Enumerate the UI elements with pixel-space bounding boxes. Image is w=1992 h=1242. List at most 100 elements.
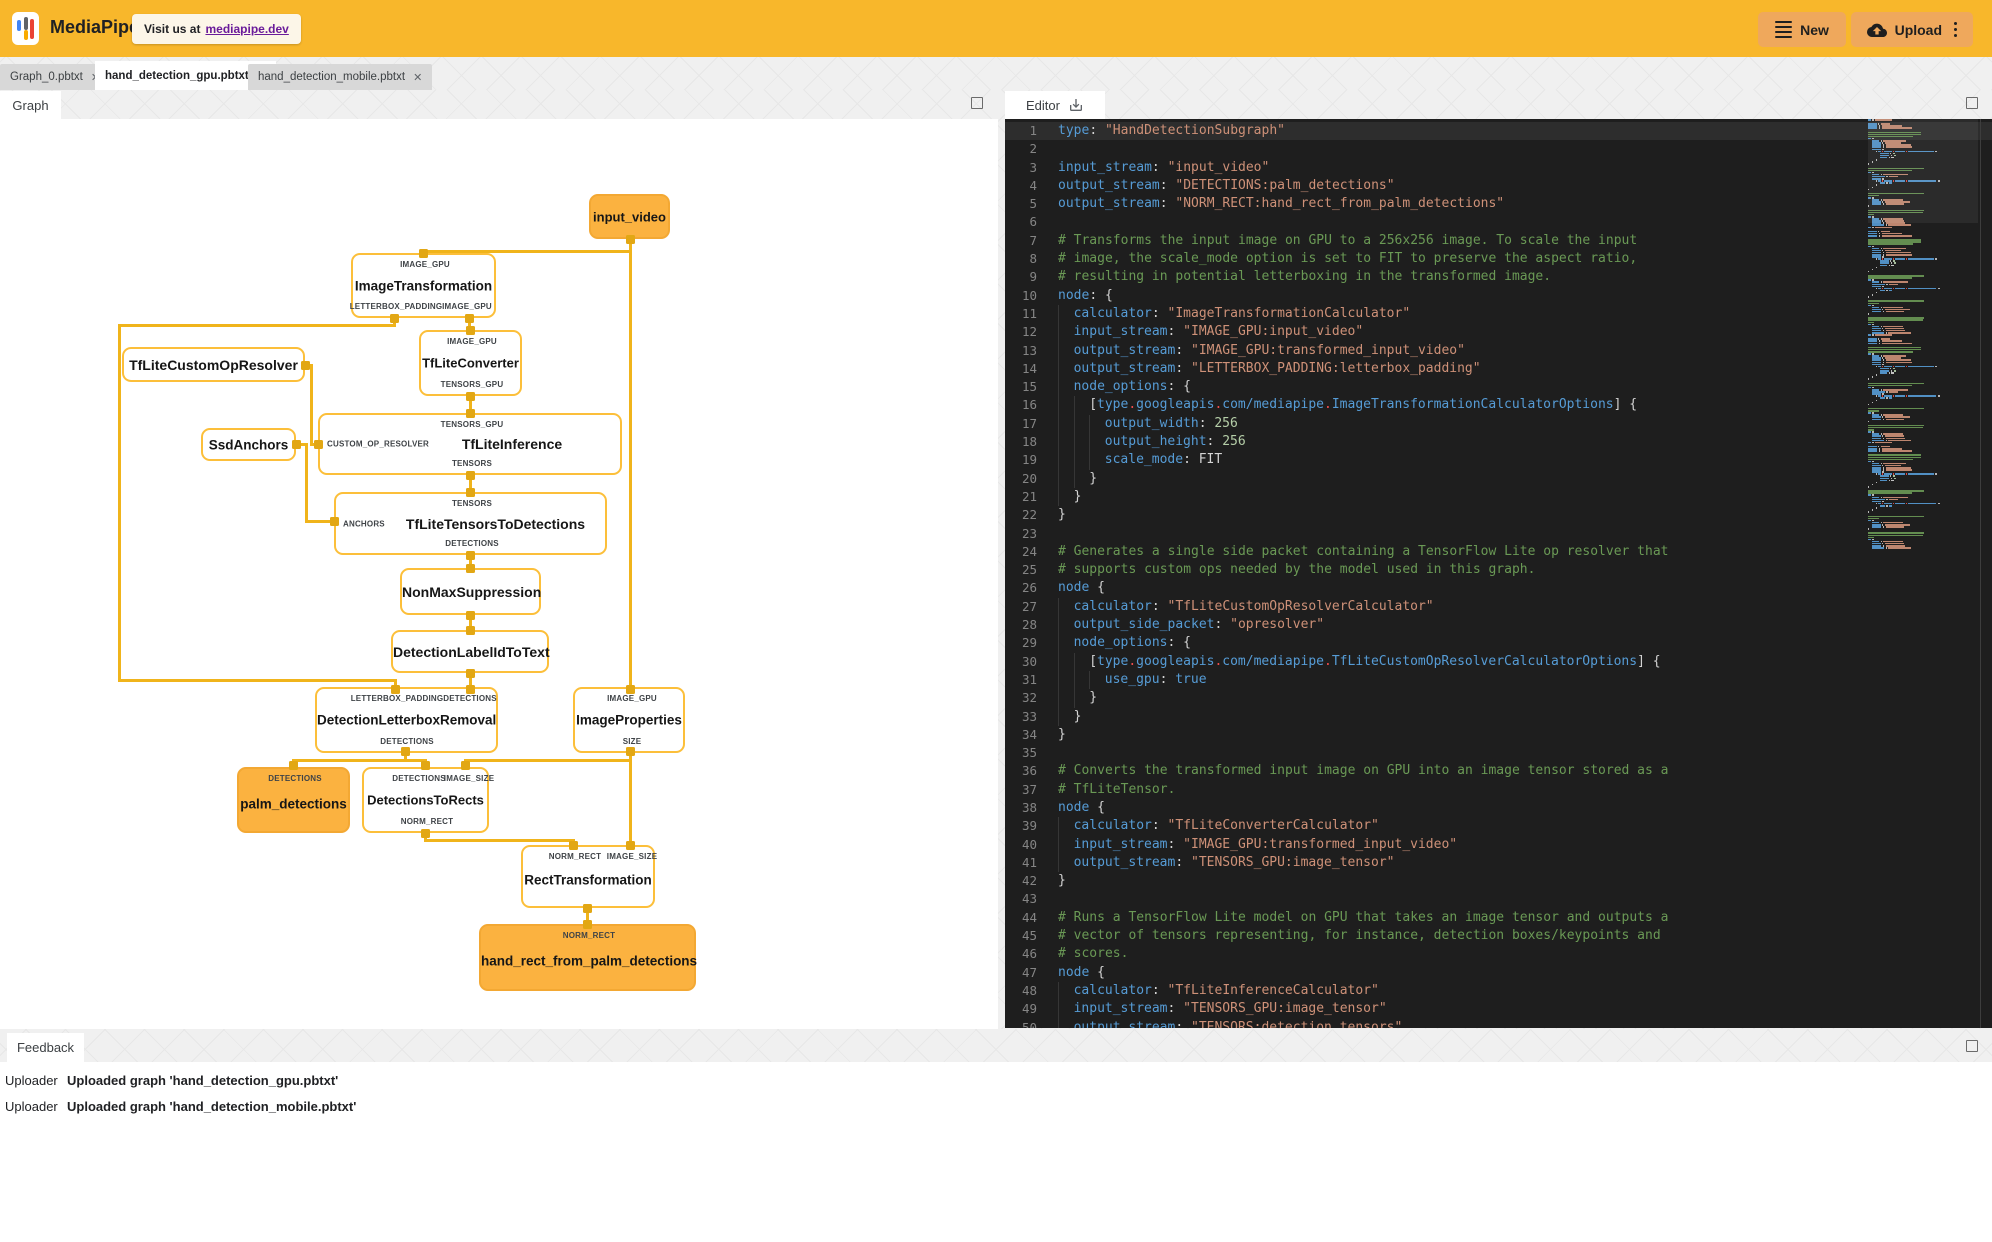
tab-graph[interactable]: Graph xyxy=(0,91,61,119)
graph-node-RectTransformation[interactable]: NORM_RECT IMAGE_SIZE RectTransformation xyxy=(521,845,658,908)
graph-panel-expand-icon[interactable] xyxy=(971,97,983,109)
code-line: 8 # image, the scale_mode option is set t… xyxy=(1005,250,1992,268)
code-line: 35 xyxy=(1005,744,1992,762)
code-token: type xyxy=(1097,397,1129,413)
graph-node-TfLiteCustomOpResolver[interactable]: TfLiteCustomOpResolver xyxy=(122,347,305,382)
code-line: 1 type: "HandDetectionSubgraph" xyxy=(1005,122,1992,141)
file-tab-Graph_0.pbtxt[interactable]: Graph_0.pbtxt✕ xyxy=(0,64,111,90)
code-token: # Transforms the input image on GPU to a… xyxy=(1058,232,1638,248)
graph-node-DetectionsToRects[interactable]: DETECTIONS IMAGE_SIZE NORM_RECT DetectionsT… xyxy=(362,767,494,833)
editor-minimap[interactable] xyxy=(1868,119,1978,1028)
code-token: { xyxy=(1089,964,1105,980)
graph-port xyxy=(464,313,474,323)
line-number: 44 xyxy=(1021,909,1037,925)
graph-port xyxy=(465,408,475,418)
graph-port xyxy=(625,684,635,694)
code-token: : xyxy=(1167,836,1184,852)
port-label: DETECTIONS xyxy=(380,737,434,746)
code-token: : xyxy=(1167,324,1184,340)
code-token: googleapis xyxy=(1136,653,1215,669)
code-line: 37 # TfLiteTensor. xyxy=(1005,781,1992,799)
new-button[interactable]: New xyxy=(1758,12,1846,47)
code-token: . xyxy=(1324,397,1332,413)
graph-port xyxy=(420,760,430,770)
line-number: 35 xyxy=(1021,745,1037,761)
port-label: LETTERBOX_PADDING xyxy=(350,694,444,703)
line-number: 8 xyxy=(1029,251,1037,267)
cloud-upload-icon xyxy=(1866,23,1887,37)
mediapipe-logo-icon xyxy=(12,12,39,45)
graph-port xyxy=(288,760,298,770)
code-line: 3 input_stream: "input_video" xyxy=(1005,159,1992,177)
code-line: 26 node { xyxy=(1005,579,1992,597)
graph-node-TfLiteInference[interactable]: TENSORS_GPU TENSORS CUSTOM_OP_RESOLVER TfLi… xyxy=(318,413,622,475)
line-number: 50 xyxy=(1021,1019,1037,1028)
line-number: 20 xyxy=(1021,470,1037,486)
code-token: "DETECTIONS:palm_detections" xyxy=(1175,177,1395,193)
code-token: : xyxy=(1175,360,1191,376)
line-number: 7 xyxy=(1029,232,1037,248)
graph-port xyxy=(625,234,635,244)
code-token: "TfLiteCustomOpResolverCalculator" xyxy=(1167,598,1434,614)
graph-node-palm_detections[interactable]: DETECTIONS palm_detections xyxy=(237,767,350,833)
feedback-panel-expand-icon[interactable] xyxy=(1966,1040,1978,1052)
close-tab-icon[interactable]: ✕ xyxy=(413,71,422,84)
visit-chip: Visit us at mediapipe.dev xyxy=(132,14,301,44)
tab-editor[interactable]: Editor xyxy=(1005,91,1105,119)
graph-node-NonMaxSuppression[interactable]: NonMaxSuppression xyxy=(400,568,541,615)
graph-port xyxy=(465,563,475,573)
code-token: googleapis xyxy=(1136,397,1215,413)
line-number: 9 xyxy=(1029,269,1037,285)
graph-node-TfLiteTensorsToDetections[interactable]: TENSORS DETECTIONS ANCHORS TfLiteTensorsToD… xyxy=(334,492,607,555)
line-number: 43 xyxy=(1021,891,1037,907)
code-token: # Converts the transformed input image o… xyxy=(1058,763,1669,779)
editor-scrollbar[interactable] xyxy=(1980,119,1981,1028)
code-line: 29 node_options: { xyxy=(1005,634,1992,653)
code-token: : xyxy=(1151,982,1168,998)
port-label: LETTERBOX_PADDING xyxy=(349,302,443,311)
code-token: "TENSORS:detection_tensors" xyxy=(1191,1019,1403,1028)
graph-node-ImageTransformation[interactable]: IMAGE_GPU LETTERBOX_PADDING IMAGE_GPU Image… xyxy=(349,253,496,318)
mediapipe-dev-link[interactable]: mediapipe.dev xyxy=(205,22,288,36)
code-token: : xyxy=(1175,342,1191,358)
code-token: : xyxy=(1214,617,1231,633)
port-label: IMAGE_SIZE xyxy=(606,852,658,861)
code-line: 16 [type.googleapis.com/mediapipe.ImageTr… xyxy=(1005,396,1992,415)
line-number: 33 xyxy=(1021,708,1037,724)
file-tab-hand_detection_mobile.pbtxt[interactable]: hand_detection_mobile.pbtxt ✕ xyxy=(248,64,433,90)
line-number: 36 xyxy=(1021,763,1037,779)
code-token: } xyxy=(1058,873,1066,889)
tab-feedback[interactable]: Feedback xyxy=(7,1033,84,1062)
graph-node-TfLiteConverter[interactable]: IMAGE_GPU TENSORS_GPU TfLiteConverter xyxy=(419,330,522,396)
graph-node-DetectionLetterboxRemoval[interactable]: LETTERBOX_PADDING DETECTIONS DETECTIONS Det… xyxy=(315,687,498,753)
code-token: "ImageTransformationCalculator" xyxy=(1167,305,1411,321)
code-token: } xyxy=(1089,470,1098,486)
graph-node-SsdAnchors[interactable]: SsdAnchors xyxy=(201,428,296,461)
graph-edge xyxy=(463,758,632,762)
node-title: DetectionsToRects xyxy=(367,792,484,808)
node-title: ImageProperties xyxy=(576,712,682,728)
graph-node-ImageProperties[interactable]: IMAGE_GPU SIZE ImageProperties xyxy=(573,687,685,753)
more-options-icon[interactable] xyxy=(1954,21,1958,38)
graph-canvas[interactable]: input_video IMAGE_GPU LETTERBOX_PADDING IMA… xyxy=(0,119,998,1029)
code-token: . xyxy=(1128,653,1137,669)
port-label: IMAGE_SIZE xyxy=(443,774,495,783)
code-lines: 1 type: "HandDetectionSubgraph" 2 3 input_st… xyxy=(1005,122,1992,1028)
editor-panel-expand-icon[interactable] xyxy=(1966,97,1978,109)
graph-node-hand_rect_from_palm_detections[interactable]: NORM_RECT hand_rect_from_palm_detections xyxy=(479,924,697,991)
graph-port xyxy=(400,746,410,756)
graph-node-input_video[interactable]: input_video xyxy=(589,194,670,239)
code-line: 15 node_options: { xyxy=(1005,378,1992,397)
download-icon[interactable] xyxy=(1068,97,1084,113)
code-token: calculator xyxy=(1073,305,1152,321)
line-number: 40 xyxy=(1021,836,1037,852)
graph-node-DetectionLabelIdToText[interactable]: DetectionLabelIdToText xyxy=(391,630,550,673)
line-number: 27 xyxy=(1021,598,1037,614)
code-token: "TENSORS_GPU:image_tensor" xyxy=(1191,854,1395,870)
code-editor[interactable]: 1 type: "HandDetectionSubgraph" 2 3 input_st… xyxy=(1005,119,1992,1028)
graph-port xyxy=(465,684,475,694)
port-label: TENSORS xyxy=(451,459,493,468)
upload-button[interactable]: Upload xyxy=(1851,12,1973,47)
code-token: com/mediapipe xyxy=(1222,397,1325,413)
node-title: DetectionLabelIdToText xyxy=(393,643,550,660)
